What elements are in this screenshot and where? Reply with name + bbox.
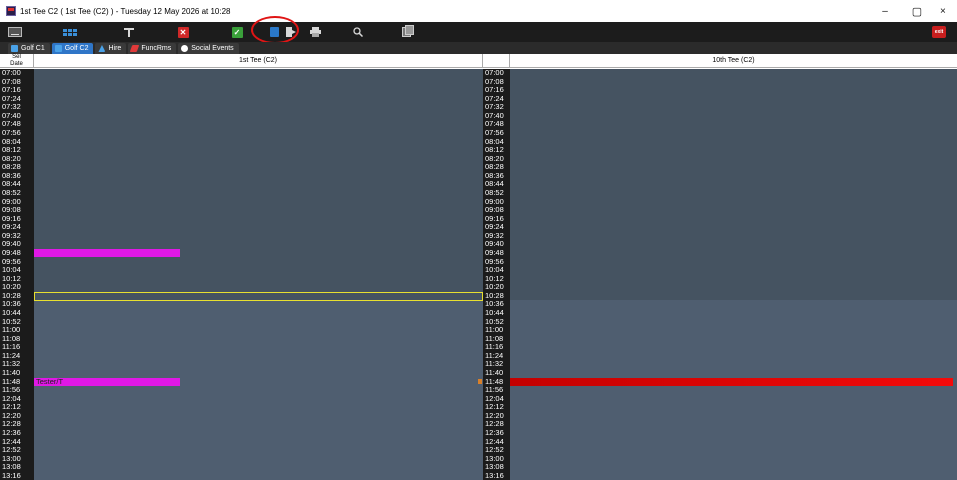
time-slot[interactable]: 12:36 [485, 428, 504, 437]
time-slot[interactable]: 11:00 [485, 326, 503, 334]
tab-label: FuncRms [141, 45, 172, 52]
time-slot[interactable]: 12:52 [485, 446, 504, 454]
booking-slot[interactable] [34, 248, 180, 257]
maximize-button[interactable]: ▢ [902, 0, 932, 22]
time-slot[interactable]: 09:48 [485, 248, 504, 257]
grid-icon[interactable] [59, 24, 81, 40]
tab-label: Golf C1 [21, 45, 45, 52]
time-slot[interactable]: 10:04 [485, 266, 504, 274]
time-slot[interactable]: 09:08 [2, 206, 21, 214]
time-slot[interactable]: 13:16 [485, 471, 504, 480]
time-header [483, 54, 510, 68]
title-bar: 1st Tee C2 ( 1st Tee (C2) ) - Tuesday 12… [0, 0, 957, 22]
tee-sheet-1st-tee[interactable]: Tester/T [34, 69, 483, 480]
time-column-2: 07:00 07:08 07:16 07:24 07:32 07:40 07:48 07:56… [483, 69, 510, 480]
time-slot[interactable]: 11:40 [485, 368, 503, 377]
time-slot[interactable]: 12:52 [2, 446, 21, 454]
time-slot[interactable]: 08:12 [485, 146, 504, 154]
time-slot[interactable]: 13:16 [2, 471, 21, 480]
tab-label: Hire [108, 45, 122, 52]
column-header-label: 10th Tee (C2) [712, 57, 755, 64]
tab-label: Social Events [191, 45, 234, 52]
time-slot[interactable]: 10:44 [485, 308, 504, 317]
time-slot[interactable]: 08:12 [2, 146, 21, 154]
exit-app-icon[interactable]: exit [928, 24, 950, 40]
time-slot[interactable]: 08:52 [485, 188, 504, 197]
keyboard-icon[interactable] [4, 24, 26, 40]
time-slot[interactable]: 10:44 [2, 308, 21, 317]
time-slot[interactable]: 11:56 [2, 386, 20, 394]
minimize-button[interactable]: – [870, 0, 900, 22]
close-window-button[interactable]: × [940, 0, 957, 22]
time-slot[interactable]: 12:36 [2, 428, 21, 437]
tab-bar: Golf C1 Golf C2 Hire FuncRms Social Even… [0, 42, 957, 54]
time-slot[interactable]: 07:16 [485, 86, 504, 94]
window-title: 1st Tee C2 ( 1st Tee (C2) ) - Tuesday 12… [20, 6, 231, 16]
tab-funcrms[interactable]: FuncRms [128, 43, 177, 54]
column-header-label: 1st Tee (C2) [239, 57, 277, 64]
copy-icon[interactable] [395, 24, 417, 40]
time-slot[interactable]: 07:00 [2, 69, 21, 77]
close-icon[interactable]: ✕ [172, 24, 194, 40]
function-rooms-icon [130, 45, 140, 52]
tab-golf-c1[interactable]: Golf C1 [8, 43, 50, 54]
highlight-circle [251, 16, 299, 44]
toolbar: ✕ ✓ exit [0, 22, 957, 42]
past-slots [510, 69, 957, 300]
social-icon [181, 45, 189, 52]
tab-social-events[interactable]: Social Events [178, 43, 239, 54]
date-select-header[interactable]: Sel Date [0, 54, 34, 68]
print-icon[interactable] [304, 24, 326, 40]
search-icon[interactable] [347, 24, 369, 40]
past-slots [34, 69, 483, 300]
time-slot[interactable]: 10:04 [2, 266, 21, 274]
time-slot[interactable]: 07:00 [485, 69, 504, 77]
tab-golf-c2[interactable]: Golf C2 [51, 43, 94, 54]
time-slot[interactable]: 11:40 [2, 368, 20, 377]
time-slot[interactable]: 09:48 [2, 248, 21, 257]
hire-icon [98, 45, 106, 52]
tab-hire[interactable]: Hire [95, 43, 127, 54]
column-header-1st-tee: 1st Tee (C2) [34, 54, 483, 68]
time-slot[interactable]: 07:16 [2, 86, 21, 94]
time-slot[interactable]: 07:56 [485, 128, 504, 137]
time-slot[interactable]: 11:00 [2, 326, 20, 334]
booking-marker [478, 379, 482, 384]
booking-slot[interactable]: Tester/T [34, 377, 180, 386]
time-slot[interactable]: 11:56 [485, 386, 503, 394]
tab-label: Golf C2 [64, 45, 89, 52]
date-header-label: Sel Date [10, 54, 23, 67]
booking-slot[interactable] [510, 377, 953, 386]
golf-icon [54, 45, 62, 52]
filter-icon[interactable] [118, 24, 140, 40]
time-column-1: 07:00 07:08 07:16 07:24 07:32 07:40 07:48 07:56… [0, 69, 34, 480]
tee-sheet-10th-tee[interactable] [510, 69, 957, 480]
time-slot[interactable]: 09:08 [485, 206, 504, 214]
golf-icon [11, 45, 18, 52]
column-header-10th-tee: 10th Tee (C2) [510, 54, 957, 68]
time-slot[interactable]: 07:56 [2, 128, 21, 137]
app-icon [6, 6, 16, 16]
current-time-slot[interactable] [34, 291, 483, 301]
check-icon[interactable]: ✓ [226, 24, 248, 40]
time-slot[interactable]: 08:52 [2, 188, 21, 197]
exit-label: exit [932, 26, 946, 38]
